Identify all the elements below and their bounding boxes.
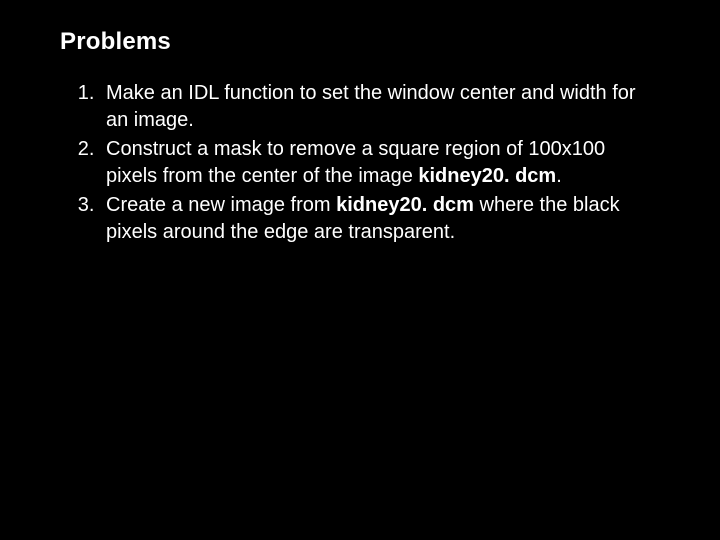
- problem-2-text-c: .: [556, 165, 562, 187]
- slide-title: Problems: [60, 28, 660, 56]
- problem-3-filename: kidney20. dcm: [336, 194, 474, 216]
- problem-3-text-a: Create a new image from: [106, 194, 336, 216]
- problem-item-3: Create a new image from kidney20. dcm wh…: [100, 192, 660, 246]
- problems-list: Make an IDL function to set the window c…: [60, 80, 660, 246]
- problem-item-1: Make an IDL function to set the window c…: [100, 80, 660, 134]
- slide: Problems Make an IDL function to set the…: [0, 0, 720, 540]
- problem-2-filename: kidney20. dcm: [418, 165, 556, 187]
- problem-item-2: Construct a mask to remove a square regi…: [100, 136, 660, 190]
- problem-1-text: Make an IDL function to set the window c…: [106, 82, 636, 131]
